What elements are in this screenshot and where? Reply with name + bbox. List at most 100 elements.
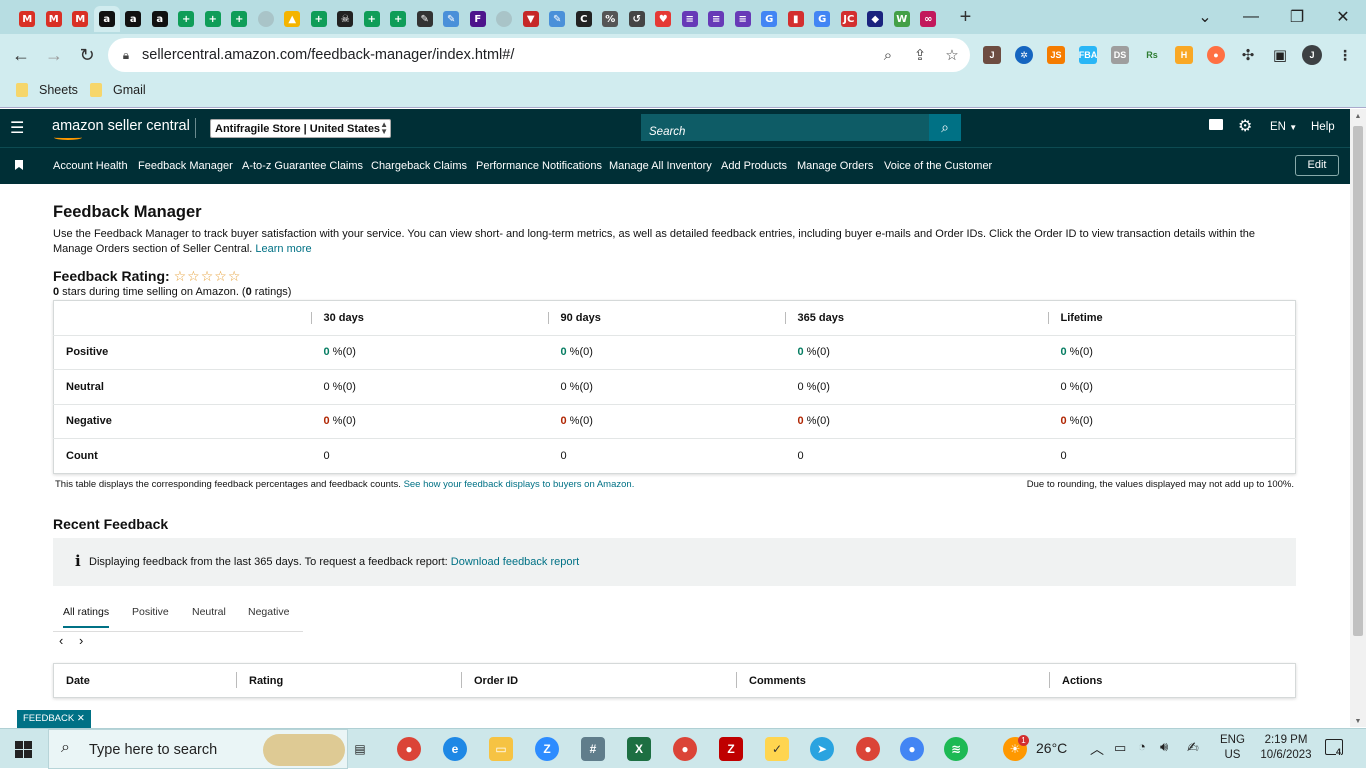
browser-tab[interactable]: G xyxy=(809,6,836,32)
browser-tab[interactable]: G xyxy=(756,6,783,32)
tray-chevron-icon[interactable]: ︿ xyxy=(1090,739,1104,759)
nav-voice-of-customer[interactable]: Voice of the Customer xyxy=(884,160,992,172)
nav-add-products[interactable]: Add Products xyxy=(721,160,787,172)
browser-tab[interactable]: % xyxy=(597,6,624,32)
extension-helium-icon[interactable]: ✲ xyxy=(1015,46,1033,64)
extension-honey-icon[interactable]: H xyxy=(1175,46,1193,64)
help-link[interactable]: Help xyxy=(1311,121,1335,133)
feedback-badge[interactable]: FEEDBACK ✕ xyxy=(17,710,91,728)
nav-a-to-z-claims[interactable]: A-to-z Guarantee Claims xyxy=(242,160,363,172)
browser-tab[interactable]: ▼ xyxy=(518,6,545,32)
sticky-notes-icon[interactable]: ✓ xyxy=(765,737,789,761)
browser-tab[interactable]: + xyxy=(359,6,386,32)
bookmark-star-icon[interactable]: ☆ xyxy=(942,45,962,65)
extension-rs-icon[interactable]: Rs xyxy=(1143,46,1161,64)
extension-ds-icon[interactable]: DS xyxy=(1111,46,1129,64)
browser-tab[interactable]: + xyxy=(306,6,333,32)
nav-manage-inventory[interactable]: Manage All Inventory xyxy=(609,160,712,172)
nav-manage-orders[interactable]: Manage Orders xyxy=(797,160,873,172)
extension-js-icon[interactable]: JS xyxy=(1047,46,1065,64)
new-tab-button[interactable]: + xyxy=(952,6,980,29)
minimize-button[interactable]: — xyxy=(1228,0,1274,34)
windows-start-icon[interactable] xyxy=(15,741,32,758)
browser-tab[interactable]: M xyxy=(67,6,94,32)
tab-negative[interactable]: Negative xyxy=(248,606,289,618)
mail-icon[interactable] xyxy=(1209,119,1223,130)
browser-tab[interactable]: M xyxy=(41,6,68,32)
browser-tab[interactable]: ▲ xyxy=(279,6,306,32)
buyer-display-link[interactable]: See how your feedback displays to buyers… xyxy=(404,479,635,490)
forward-button[interactable]: → xyxy=(41,42,67,68)
back-button[interactable]: ← xyxy=(8,42,34,68)
browser-tab[interactable]: M xyxy=(14,6,41,32)
browser-tab[interactable] xyxy=(491,6,518,32)
restore-button[interactable]: ❐ xyxy=(1274,0,1320,34)
learn-more-link[interactable]: Learn more xyxy=(255,243,311,255)
nav-chargeback-claims[interactable]: Chargeback Claims xyxy=(371,160,467,172)
browser-tab[interactable]: + xyxy=(173,6,200,32)
extension-orange-circle-icon[interactable]: ● xyxy=(1207,46,1225,64)
browser-tab[interactable]: a xyxy=(147,6,174,32)
browser-tab[interactable]: ♥ xyxy=(650,6,677,32)
filezilla-icon[interactable]: Z xyxy=(719,737,743,761)
wifi-icon[interactable]: ◔ xyxy=(1138,739,1146,754)
nav-account-health[interactable]: Account Health xyxy=(53,160,128,172)
chrome-active-icon[interactable]: ● xyxy=(900,737,924,761)
browser-tab[interactable]: C xyxy=(571,6,598,32)
extension-fba-icon[interactable]: FBA xyxy=(1079,46,1097,64)
side-panel-icon[interactable]: ▣ xyxy=(1271,46,1289,64)
hamburger-menu-icon[interactable]: ☰ xyxy=(10,118,24,138)
bookmark-gmail[interactable]: Gmail xyxy=(90,83,146,97)
scrollbar-thumb[interactable] xyxy=(1353,126,1363,636)
download-report-link[interactable]: Download feedback report xyxy=(451,556,579,568)
bookmark-flag-icon[interactable] xyxy=(15,160,23,170)
reload-button[interactable]: ↻ xyxy=(74,42,100,68)
search-input[interactable]: Search xyxy=(641,114,929,141)
browser-tab[interactable]: ✎ xyxy=(412,6,439,32)
scroll-down-icon[interactable]: ▼ xyxy=(1350,718,1366,725)
store-selector[interactable]: Antifragile Store | United States ▲ ▼ xyxy=(210,119,391,138)
browser-tab[interactable]: ≡ xyxy=(703,6,730,32)
address-bar[interactable]: 🔒︎ sellercentral.amazon.com/feedback-man… xyxy=(108,38,970,72)
battery-icon[interactable]: ▭ xyxy=(1114,740,1126,756)
scroll-up-icon[interactable]: ▲ xyxy=(1350,113,1366,120)
zoom-icon[interactable]: ⌕ xyxy=(878,45,898,65)
chrome-profile-icon[interactable]: ● xyxy=(673,737,697,761)
search-button[interactable]: ⌕ xyxy=(929,114,961,141)
browser-tab[interactable]: a xyxy=(120,6,147,32)
page-scrollbar[interactable]: ▲ ▼ xyxy=(1350,109,1366,727)
edge-taskbar-icon[interactable]: e xyxy=(443,737,467,761)
calculator-icon[interactable]: # xyxy=(581,737,605,761)
share-icon[interactable]: ⇪ xyxy=(910,45,930,65)
browser-tab[interactable]: ✎ xyxy=(544,6,571,32)
browser-tab[interactable] xyxy=(253,6,280,32)
browser-tab[interactable]: ↺ xyxy=(624,6,651,32)
spotify-icon[interactable]: ≋ xyxy=(944,737,968,761)
browser-tab[interactable]: + xyxy=(226,6,253,32)
tab-positive[interactable]: Positive xyxy=(132,606,169,618)
taskbar-search-box[interactable]: ⌕ Type here to search xyxy=(48,729,348,769)
browser-tab[interactable]: JC xyxy=(836,6,863,32)
extension-jungle-icon[interactable]: J xyxy=(983,46,1001,64)
browser-tab[interactable]: ≡ xyxy=(730,6,757,32)
language-selector[interactable]: EN ▼ xyxy=(1270,121,1297,133)
browser-tab[interactable]: ▮ xyxy=(783,6,810,32)
temperature[interactable]: 26°C xyxy=(1036,740,1067,756)
browser-tab[interactable]: ∞ xyxy=(915,6,942,32)
file-explorer-icon[interactable]: ▭ xyxy=(489,737,513,761)
tab-search-chevron-icon[interactable]: ⌄ xyxy=(1182,0,1228,34)
browser-menu-icon[interactable]: ⋮ xyxy=(1336,46,1354,64)
input-language[interactable]: ENG US xyxy=(1220,733,1245,763)
prev-page-icon[interactable]: ‹ xyxy=(59,633,63,648)
edit-nav-button[interactable]: Edit xyxy=(1295,155,1339,176)
browser-tab[interactable]: ◆ xyxy=(862,6,889,32)
browser-tab[interactable]: W xyxy=(889,6,916,32)
gear-icon[interactable]: ⚙ xyxy=(1238,116,1252,136)
zoom-app-icon[interactable]: Z xyxy=(535,737,559,761)
browser-tab[interactable]: ✎ xyxy=(438,6,465,32)
chrome-taskbar-icon[interactable]: ● xyxy=(397,737,421,761)
chrome-profile-icon[interactable]: ● xyxy=(856,737,880,761)
url-text[interactable]: sellercentral.amazon.com/feedback-manage… xyxy=(142,47,514,63)
profile-avatar[interactable]: J xyxy=(1302,45,1322,65)
nav-feedback-manager[interactable]: Feedback Manager xyxy=(138,160,233,172)
